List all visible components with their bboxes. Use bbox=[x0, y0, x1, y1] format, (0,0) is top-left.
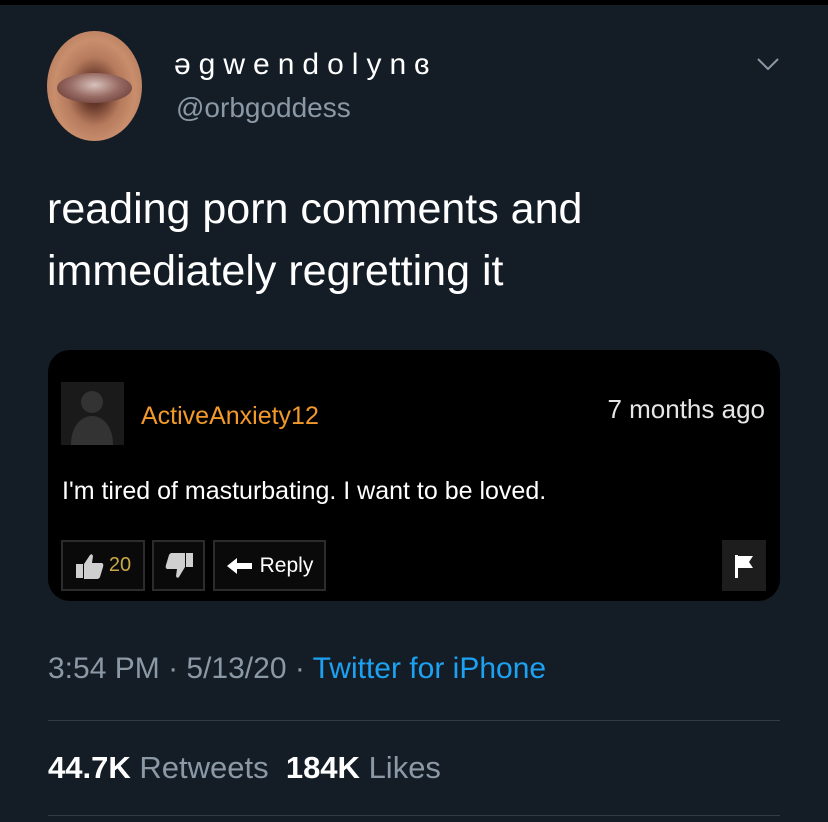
tweet-date: 5/13/20 bbox=[186, 652, 287, 685]
avatar-lips bbox=[57, 73, 132, 103]
divider bbox=[48, 815, 780, 816]
tweet-stats: 44.7K Retweets 184K Likes bbox=[48, 750, 441, 786]
tweet-text: reading porn comments and immediately re… bbox=[47, 178, 767, 302]
retweets-count: 44.7K bbox=[48, 750, 131, 785]
like-button[interactable]: 20 bbox=[61, 540, 145, 591]
reply-arrow-icon bbox=[226, 557, 252, 574]
tweet-time: 3:54 PM bbox=[48, 652, 160, 685]
comment-text: I'm tired of masturbating. I want to be … bbox=[62, 477, 547, 505]
tweet-text-line-1: reading porn comments and bbox=[47, 185, 583, 233]
embedded-comment-card: ActiveAnxiety12 7 months ago I'm tired o… bbox=[48, 350, 780, 601]
user-silhouette-icon bbox=[61, 382, 124, 445]
comment-time-ago: 7 months ago bbox=[607, 394, 765, 424]
divider bbox=[48, 720, 780, 721]
reply-label: Reply bbox=[259, 553, 314, 577]
tweet-text-line-2: immediately regretting it bbox=[47, 247, 504, 295]
retweets-label: Retweets bbox=[139, 750, 269, 785]
author-handle[interactable]: @orbgoddess bbox=[176, 92, 351, 124]
thumbs-up-icon bbox=[75, 553, 104, 579]
likes-label: Likes bbox=[368, 750, 441, 785]
meta-separator: · bbox=[159, 652, 187, 685]
flag-icon bbox=[735, 554, 753, 578]
flag-button[interactable] bbox=[722, 540, 766, 591]
reply-button[interactable]: Reply bbox=[213, 540, 326, 591]
thumbs-down-icon bbox=[165, 552, 193, 578]
retweets-stat[interactable]: 44.7K Retweets bbox=[48, 750, 269, 785]
like-count: 20 bbox=[108, 554, 132, 576]
likes-stat[interactable]: 184K Likes bbox=[286, 750, 441, 785]
author-display-name[interactable]: əgwendolynɞ bbox=[174, 48, 437, 82]
chevron-down-icon[interactable] bbox=[756, 56, 780, 72]
commenter-username[interactable]: ActiveAnxiety12 bbox=[141, 402, 319, 431]
avatar[interactable] bbox=[47, 31, 142, 141]
likes-count: 184K bbox=[285, 750, 360, 785]
tweet-source-link[interactable]: Twitter for iPhone bbox=[313, 652, 546, 685]
tweet-meta: 3:54 PM · 5/13/20 · Twitter for iPhone bbox=[48, 652, 546, 686]
meta-separator: · bbox=[286, 652, 313, 685]
dislike-button[interactable] bbox=[152, 540, 205, 591]
top-strip bbox=[0, 0, 828, 5]
